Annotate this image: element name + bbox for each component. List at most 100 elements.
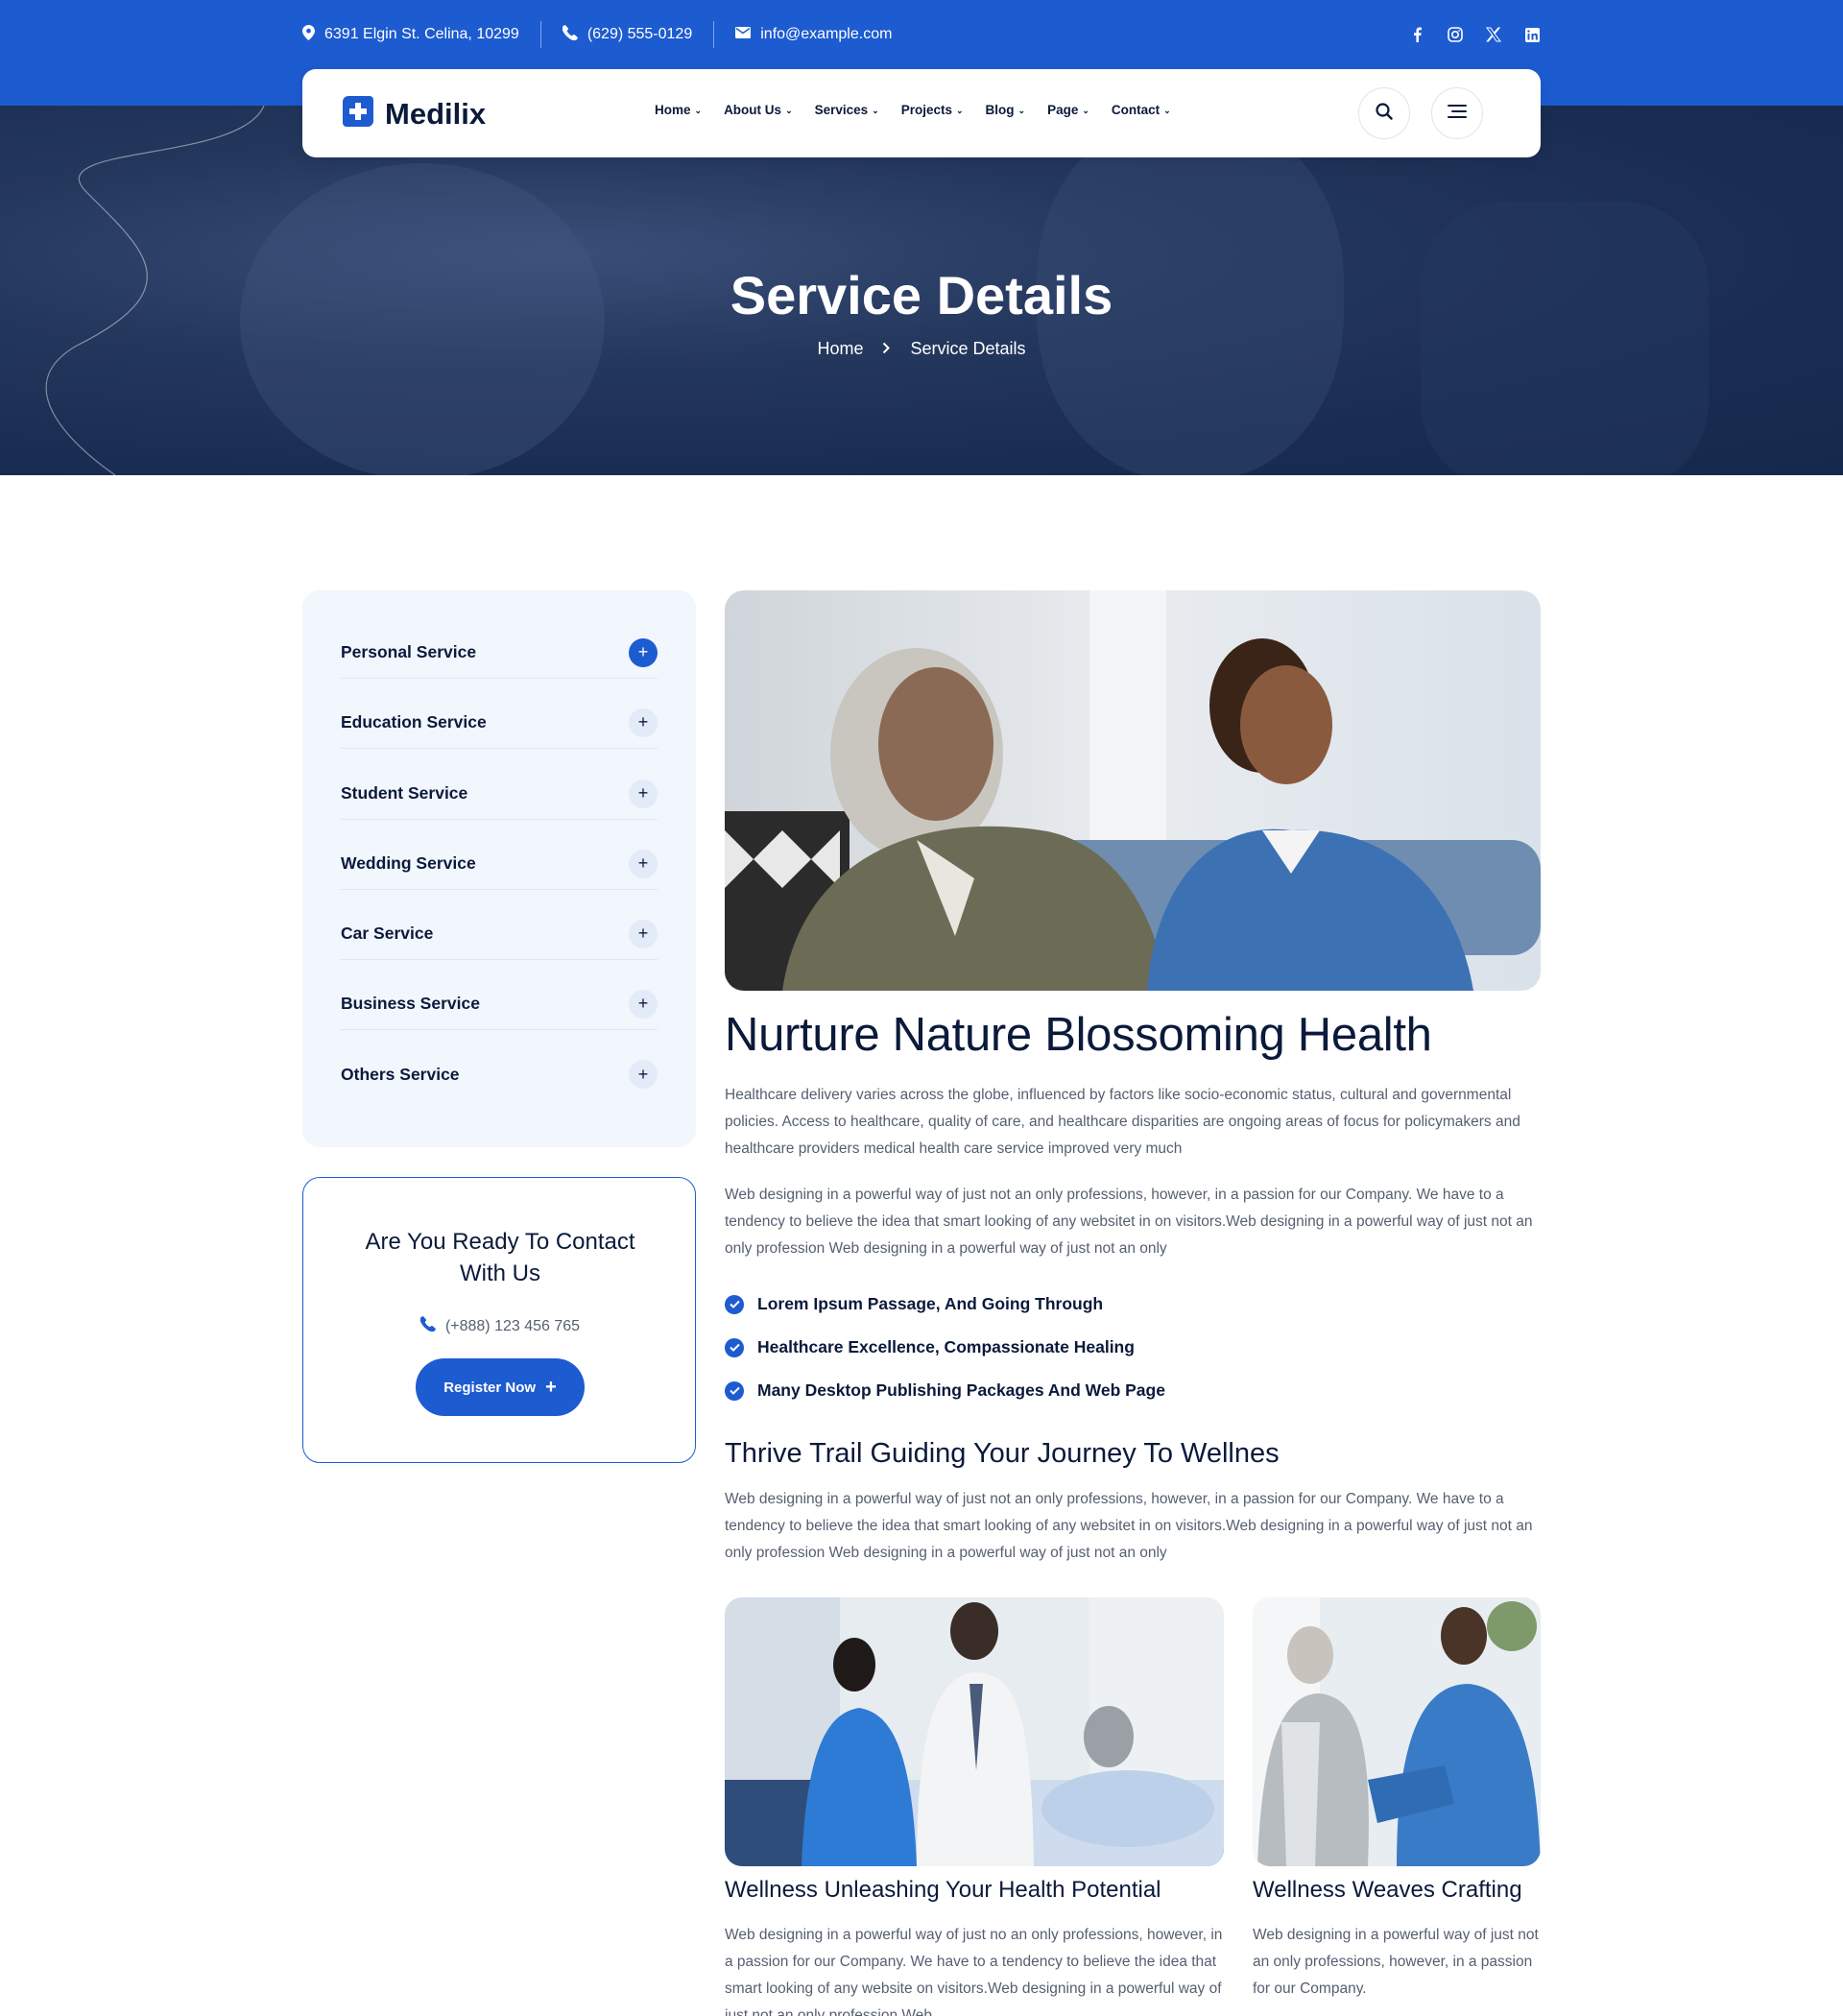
chevron-down-icon: ⌄ bbox=[1163, 106, 1171, 115]
contact-cta-title: Are You Ready To Contact With Us bbox=[365, 1229, 635, 1286]
service-item-wedding[interactable]: Wedding Service + bbox=[341, 838, 658, 890]
card-title: Wellness Unleashing Your Health Potentia… bbox=[725, 1877, 1161, 1903]
service-item-car[interactable]: Car Service + bbox=[341, 908, 658, 960]
service-item-business[interactable]: Business Service + bbox=[341, 978, 658, 1030]
location-pin-icon bbox=[302, 24, 315, 45]
checklist-text: Lorem Ipsum Passage, And Going Through bbox=[757, 1294, 1104, 1313]
service-item-others[interactable]: Others Service + bbox=[341, 1048, 658, 1100]
chevron-down-icon: ⌄ bbox=[956, 106, 964, 115]
menu-toggle-button[interactable] bbox=[1431, 87, 1483, 139]
service-item-label: Personal Service bbox=[341, 642, 477, 661]
plus-icon: + bbox=[629, 989, 658, 1019]
envelope-icon bbox=[735, 26, 752, 43]
plus-icon: + bbox=[629, 919, 658, 948]
service-item-personal[interactable]: Personal Service + bbox=[341, 627, 658, 679]
breadcrumb-home-link[interactable]: Home bbox=[817, 339, 863, 359]
checklist-text: Healthcare Excellence, Compassionate Hea… bbox=[757, 1337, 1135, 1356]
nav-item-blog[interactable]: Blog ⌄ bbox=[986, 103, 1026, 117]
phone-item[interactable]: (629) 555-0129 bbox=[562, 24, 693, 45]
nav-label: About Us bbox=[724, 103, 782, 117]
checklist-item: Healthcare Excellence, Compassionate Hea… bbox=[725, 1326, 1165, 1369]
email-text: info@example.com bbox=[760, 26, 893, 42]
hero-service-image bbox=[725, 590, 1541, 991]
divider bbox=[713, 21, 715, 48]
service-item-education[interactable]: Education Service + bbox=[341, 697, 658, 749]
nav-item-page[interactable]: Page ⌄ bbox=[1047, 103, 1089, 117]
social-links bbox=[1408, 26, 1541, 43]
service-item-label: Wedding Service bbox=[341, 853, 476, 873]
card-text: Web designing in a powerful way of just … bbox=[725, 1927, 1223, 2016]
plus-icon: + bbox=[629, 779, 658, 808]
nav-label: Projects bbox=[900, 103, 952, 117]
card-text: Web designing in a powerful way of just … bbox=[1253, 1927, 1539, 1997]
service-item-label: Business Service bbox=[341, 994, 480, 1013]
service-item-label: Education Service bbox=[341, 712, 487, 732]
linkedin-icon[interactable] bbox=[1523, 26, 1541, 43]
search-button[interactable] bbox=[1358, 87, 1410, 139]
divider bbox=[539, 21, 541, 48]
logo[interactable]: Medilix bbox=[341, 94, 486, 133]
subsection-paragraph: Web designing in a powerful way of just … bbox=[725, 1491, 1533, 1561]
service-item-label: Car Service bbox=[341, 924, 434, 943]
chevron-down-icon: ⌄ bbox=[1082, 106, 1089, 115]
nav-item-services[interactable]: Services ⌄ bbox=[815, 103, 879, 117]
service-item-label: Others Service bbox=[341, 1064, 460, 1084]
checklist-text: Many Desktop Publishing Packages And Web… bbox=[757, 1380, 1165, 1400]
instagram-icon[interactable] bbox=[1447, 26, 1464, 43]
main-navbar: Medilix Home ⌄ About Us ⌄ Services ⌄ Projec… bbox=[302, 69, 1541, 157]
check-circle-icon bbox=[725, 1380, 744, 1401]
service-item-label: Student Service bbox=[341, 783, 468, 803]
chevron-down-icon: ⌄ bbox=[694, 106, 703, 115]
checklist-item: Many Desktop Publishing Packages And Web… bbox=[725, 1369, 1165, 1412]
card-image-checkup bbox=[1253, 1597, 1541, 1866]
card-image-doctors-patient bbox=[725, 1597, 1224, 1866]
check-circle-icon bbox=[725, 1294, 744, 1314]
contact-phone[interactable]: (+888) 123 456 765 bbox=[303, 1316, 697, 1336]
nav-label: Page bbox=[1047, 103, 1079, 117]
phone-text: (629) 555-0129 bbox=[586, 26, 693, 42]
page-hero: Service Details Home Service Details bbox=[0, 106, 1843, 475]
plus-icon: + bbox=[629, 708, 658, 737]
facebook-icon[interactable] bbox=[1408, 26, 1425, 43]
nav-label: Services bbox=[814, 103, 869, 117]
nav-item-contact[interactable]: Contact ⌄ bbox=[1112, 103, 1171, 117]
service-item-student[interactable]: Student Service + bbox=[341, 768, 658, 820]
register-now-button[interactable]: Register Now + bbox=[416, 1358, 585, 1416]
breadcrumb-current: Service Details bbox=[910, 339, 1026, 358]
subsection-title: Thrive Trail Guiding Your Journey To Wel… bbox=[725, 1438, 1280, 1469]
nav-item-about-us[interactable]: About Us ⌄ bbox=[724, 103, 793, 117]
nav-item-projects[interactable]: Projects ⌄ bbox=[901, 103, 964, 117]
nav-label: Contact bbox=[1111, 103, 1161, 117]
medical-cross-logo-icon bbox=[341, 94, 375, 133]
primary-menu: Home ⌄ About Us ⌄ Services ⌄ Projects ⌄ Blog… bbox=[655, 103, 1171, 117]
x-twitter-icon[interactable] bbox=[1485, 26, 1502, 43]
brand-name: Medilix bbox=[385, 96, 487, 131]
service-list-card: Personal Service + Education Service + S… bbox=[302, 590, 696, 1147]
phone-icon bbox=[562, 24, 578, 45]
plus-icon: + bbox=[629, 849, 658, 878]
hamburger-menu-icon bbox=[1448, 104, 1467, 123]
breadcrumb: Home Service Details bbox=[0, 339, 1843, 359]
intro-paragraph: Healthcare delivery varies across the gl… bbox=[725, 1087, 1520, 1157]
nav-label: Home bbox=[655, 103, 691, 117]
card-title: Wellness Weaves Crafting bbox=[1253, 1877, 1522, 1903]
phone-icon bbox=[419, 1316, 436, 1336]
address-item: 6391 Elgin St. Celina, 10299 bbox=[302, 24, 519, 45]
chevron-down-icon: ⌄ bbox=[872, 106, 879, 115]
plus-icon: + bbox=[545, 1377, 557, 1398]
page-title: Service Details bbox=[730, 265, 1113, 325]
section-title: Nurture Nature Blossoming Health bbox=[725, 1009, 1432, 1061]
nav-label: Blog bbox=[985, 103, 1015, 117]
plus-icon: + bbox=[629, 637, 658, 667]
plus-icon: + bbox=[629, 1060, 658, 1089]
chevron-down-icon: ⌄ bbox=[785, 106, 793, 115]
nav-item-home[interactable]: Home ⌄ bbox=[655, 103, 702, 117]
email-item[interactable]: info@example.com bbox=[735, 26, 892, 43]
contact-cta-card: Are You Ready To Contact With Us (+888) … bbox=[302, 1177, 696, 1463]
feature-checklist: Lorem Ipsum Passage, And Going Through H… bbox=[725, 1283, 1165, 1412]
address-text: 6391 Elgin St. Celina, 10299 bbox=[324, 26, 519, 42]
check-circle-icon bbox=[725, 1337, 744, 1357]
register-button-label: Register Now bbox=[443, 1379, 537, 1396]
chevron-down-icon: ⌄ bbox=[1017, 106, 1026, 115]
chevron-right-icon bbox=[882, 339, 891, 359]
